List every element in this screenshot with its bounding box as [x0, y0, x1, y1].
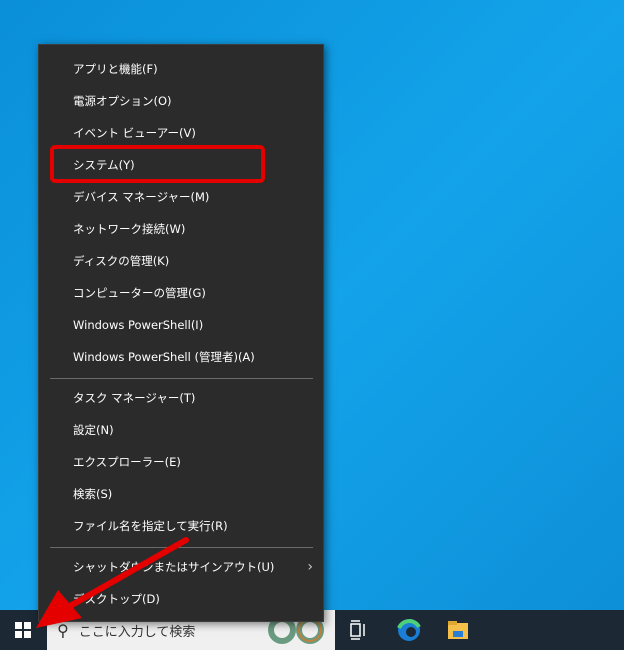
menu-separator	[50, 547, 313, 548]
menu-item-powershell[interactable]: Windows PowerShell(I)	[39, 309, 323, 341]
menu-item-run[interactable]: ファイル名を指定して実行(R)	[39, 510, 323, 542]
menu-item-power-options[interactable]: 電源オプション(O)	[39, 85, 323, 117]
menu-item-settings[interactable]: 設定(N)	[39, 414, 323, 446]
menu-item-search[interactable]: 検索(S)	[39, 478, 323, 510]
task-view-icon[interactable]	[346, 618, 370, 642]
winx-context-menu: アプリと機能(F) 電源オプション(O) イベント ビューアー(V) システム(…	[38, 44, 324, 622]
menu-item-disk-management[interactable]: ディスクの管理(K)	[39, 245, 323, 277]
wallpaper-streak	[429, 0, 624, 24]
search-icon: ⚲	[57, 620, 69, 640]
menu-item-device-manager[interactable]: デバイス マネージャー(M)	[39, 181, 323, 213]
windows-start-icon	[15, 622, 31, 638]
menu-item-task-manager[interactable]: タスク マネージャー(T)	[39, 382, 323, 414]
menu-item-apps-features[interactable]: アプリと機能(F)	[39, 53, 323, 85]
search-placeholder: ここに入力して検索	[78, 624, 196, 640]
menu-item-powershell-admin[interactable]: Windows PowerShell (管理者)(A)	[39, 341, 323, 373]
file-explorer-icon[interactable]	[446, 618, 470, 642]
menu-item-desktop[interactable]: デスクトップ(D)	[39, 583, 323, 615]
highlight-box	[50, 145, 265, 183]
menu-separator	[50, 378, 313, 379]
menu-item-explorer[interactable]: エクスプローラー(E)	[39, 446, 323, 478]
chevron-right-icon: ›	[307, 559, 313, 575]
menu-item-network-connections[interactable]: ネットワーク接続(W)	[39, 213, 323, 245]
menu-item-computer-management[interactable]: コンピューターの管理(G)	[39, 277, 323, 309]
menu-item-shutdown-signout[interactable]: シャットダウンまたはサインアウト(U) ›	[39, 551, 323, 583]
edge-icon[interactable]	[397, 618, 421, 642]
menu-item-label: シャットダウンまたはサインアウト(U)	[73, 560, 275, 574]
